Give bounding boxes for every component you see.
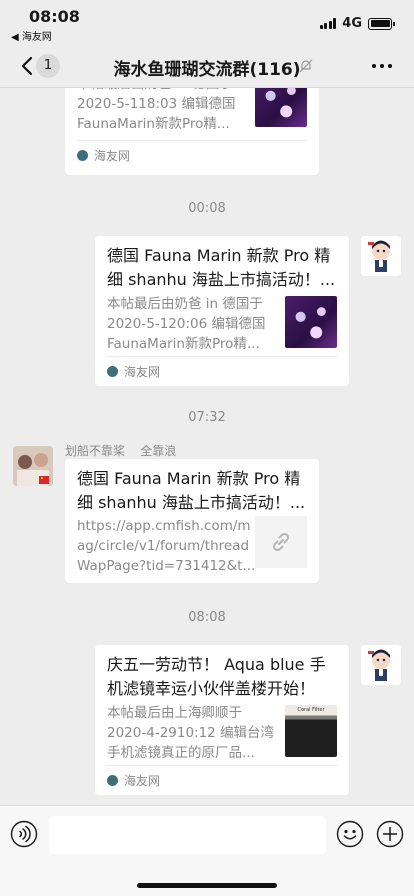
thumbnail-label: Coral Filter [297,707,325,713]
source-logo-icon [107,366,118,377]
source-logo-icon [107,775,118,786]
article-thumbnail [255,88,307,127]
status-time: 08:08 [29,7,80,26]
article-thumbnail: Coral Filter [285,705,337,757]
add-more-icon[interactable] [376,820,404,848]
article-title: 德国 Fauna Marin 新款 Pro 精 细 shanhu 海盐上市搞活动… [107,246,336,289]
article-source: 海友网 [107,356,337,380]
message-list[interactable]: 本帖最后由奶爸 in 德国于 2020-5-118:03 编辑德国 FaunaM… [0,88,414,805]
mute-bell-icon [299,59,313,73]
link-icon [272,532,290,552]
signal-icon [319,18,337,29]
article-title: 庆五一劳动节！ Aqua blue 手 机滤镜幸运小伙伴盖楼开始！ [107,655,326,698]
link-title: 德国 Fauna Marin 新款 Pro 精 细 shanhu 海盐上市搞活动… [77,469,306,512]
chat-input-bar [0,805,414,896]
voice-input-icon[interactable] [10,820,38,848]
article-thumbnail [285,296,337,348]
sender-name: 划船不靠桨 全靠浪 [65,444,177,458]
link-url: https://app.cmfish.com/m ag/circle/v1/fo… [77,518,256,574]
source-name: 海友网 [124,774,161,788]
home-indicator[interactable] [137,883,277,888]
article-description: 本帖最后由奶爸 in 德国于 2020-5-120:06 编辑德国 FaunaM… [107,296,266,352]
avatar[interactable] [361,645,401,685]
unread-count-badge[interactable]: 1 [36,54,60,78]
status-bar: 08:08 ◀ 海友网 4G [0,0,414,44]
avatar[interactable] [13,446,53,486]
source-logo-icon [77,150,88,161]
chat-title: 海水鱼珊瑚交流群(116) [113,60,301,80]
cartoon-avatar-icon [361,236,401,276]
article-description: 本帖最后由上海卿顺于 2020-4-2910:12 编辑台湾 手机滤镜真正的原厂… [107,705,275,761]
article-source: 海友网 [107,765,337,789]
message-input[interactable] [49,816,326,854]
photo-avatar-icon [13,446,53,486]
emoji-icon[interactable] [336,820,364,848]
link-preview [255,516,307,568]
source-name: 海友网 [124,365,161,379]
message-timestamp: 08:08 [188,610,226,625]
avatar[interactable] [361,236,401,276]
message-timestamp: 00:08 [188,201,226,216]
battery-icon [368,17,395,30]
article-card[interactable]: 本帖最后由奶爸 in 德国于 2020-5-118:03 编辑德国 FaunaM… [65,88,319,175]
article-source: 海友网 [77,140,307,164]
link-card[interactable]: 德国 Fauna Marin 新款 Pro 精 细 shanhu 海盐上市搞活动… [65,459,319,583]
more-options-icon[interactable] [372,64,392,68]
network-label: 4G [342,16,362,31]
article-card[interactable]: 庆五一劳动节！ Aqua blue 手 机滤镜幸运小伙伴盖楼开始！ 本帖最后由上… [95,645,349,795]
status-indicators: 4G [319,16,395,31]
cartoon-avatar-icon [361,645,401,685]
chat-header: 1 海水鱼珊瑚交流群(116) [0,44,414,88]
message-timestamp: 07:32 [188,410,226,425]
back-to-app-link[interactable]: ◀ 海友网 [11,28,52,43]
article-card[interactable]: 德国 Fauna Marin 新款 Pro 精 细 shanhu 海盐上市搞活动… [95,236,349,386]
source-name: 海友网 [94,149,131,163]
article-description: 本帖最后由奶爸 in 德国于 2020-5-118:03 编辑德国 FaunaM… [77,88,236,132]
